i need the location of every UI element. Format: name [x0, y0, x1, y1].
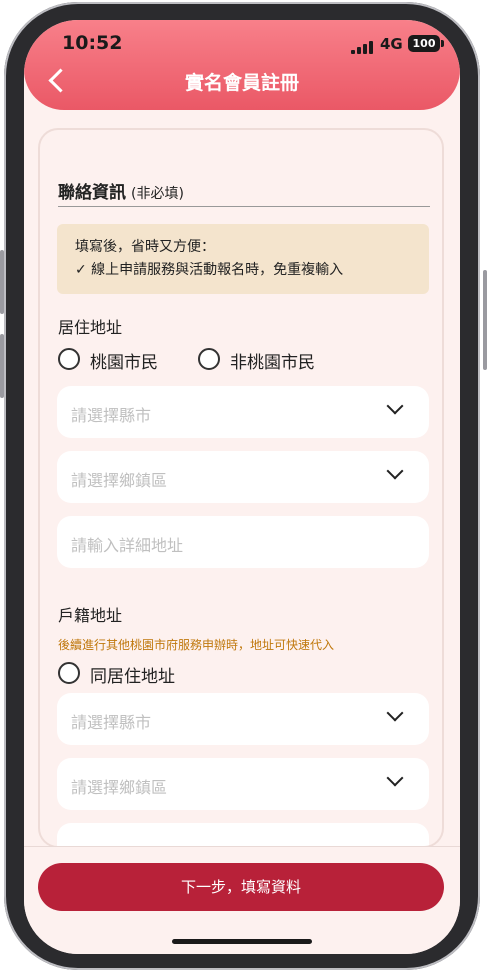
info-box: 填寫後，省時又方便： ✓ 線上申請服務與活動報名時，免重複輸入	[57, 224, 429, 294]
radio-label: 桃園市民	[90, 353, 158, 373]
app-header: 10:52 4G 100 實名會員註冊	[24, 20, 460, 110]
chevron-down-icon	[386, 769, 404, 787]
form-card: 聯絡資訊 (非必填) 填寫後，省時又方便： ✓ 線上申請服務與活動報名時，免重複輸…	[38, 128, 444, 848]
screen: 10:52 4G 100 實名會員註冊 聯絡資訊 (非必填) 填寫後，省時又方便：…	[24, 20, 460, 954]
household-district-select[interactable]: 請選擇鄉鎮區	[57, 758, 429, 810]
phone-side-button	[483, 270, 487, 370]
contact-title: 聯絡資訊	[58, 183, 126, 203]
residence-address-label: 居住地址	[58, 318, 123, 337]
household-detail-input[interactable]	[57, 823, 429, 846]
section-divider	[58, 206, 430, 207]
residence-county-select[interactable]: 請選擇縣市	[57, 386, 429, 438]
contact-section-title: 聯絡資訊 (非必填)	[58, 178, 184, 203]
chevron-down-icon	[386, 704, 404, 722]
radio-non-taoyuan-citizen[interactable]: 非桃園市民	[198, 348, 348, 374]
battery-icon: 100	[408, 35, 444, 52]
chevron-down-icon	[386, 462, 404, 480]
radio-taoyuan-citizen[interactable]: 桃園市民	[58, 348, 188, 374]
page-title: 實名會員註冊	[184, 72, 299, 94]
select-placeholder: 請選擇鄉鎮區	[71, 471, 168, 490]
chevron-down-icon	[386, 397, 404, 415]
radio-label: 非桃園市民	[230, 353, 315, 373]
next-step-button[interactable]: 下一步，填寫資料	[38, 863, 444, 911]
signal-icon	[351, 40, 373, 54]
home-indicator	[172, 939, 312, 944]
residence-detail-input[interactable]: 請輸入詳細地址	[57, 516, 429, 568]
phone-side-button	[0, 250, 4, 314]
radio-same-as-residence[interactable]: 同居住地址	[58, 662, 208, 688]
input-placeholder: 請輸入詳細地址	[71, 536, 184, 555]
select-placeholder: 請選擇縣市	[71, 713, 152, 732]
household-county-select[interactable]: 請選擇縣市	[57, 693, 429, 745]
radio-label: 同居住地址	[90, 667, 175, 687]
optional-label: (非必填)	[131, 186, 184, 202]
household-address-label: 戶籍地址	[58, 606, 123, 625]
radio-circle	[58, 348, 80, 370]
info-line-2: ✓ 線上申請服務與活動報名時，免重複輸入	[75, 262, 344, 278]
residence-district-select[interactable]: 請選擇鄉鎮區	[57, 451, 429, 503]
phone-side-button	[0, 334, 4, 398]
household-hint: 後續進行其他桃園市府服務申辦時，地址可快速代入	[58, 638, 335, 652]
radio-circle	[198, 348, 220, 370]
select-placeholder: 請選擇鄉鎮區	[71, 778, 168, 797]
select-placeholder: 請選擇縣市	[71, 406, 152, 425]
status-bar: 10:52 4G 100	[24, 30, 460, 56]
bottom-bar: 下一步，填寫資料	[24, 846, 460, 954]
status-time: 10:52	[62, 32, 123, 54]
radio-circle	[58, 662, 80, 684]
network-label: 4G	[380, 35, 403, 53]
info-line-1: 填寫後，省時又方便：	[75, 239, 215, 255]
